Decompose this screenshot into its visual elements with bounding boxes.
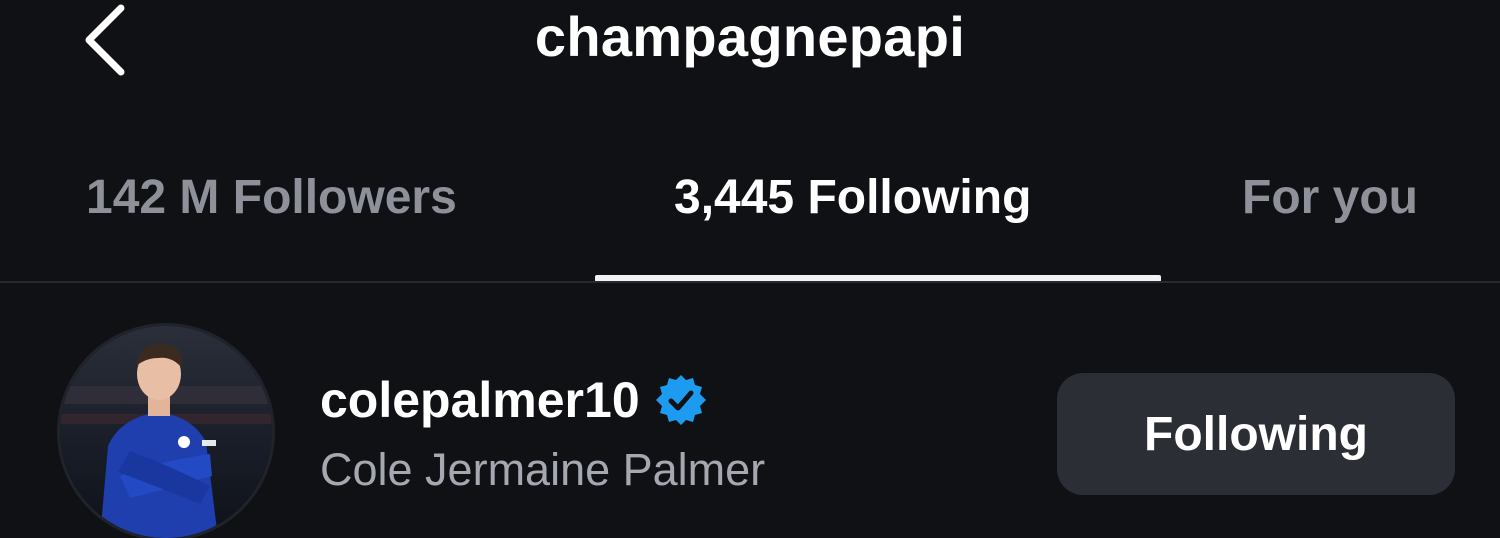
tab-for-you[interactable]: For you (1242, 170, 1418, 230)
avatar[interactable] (60, 326, 272, 538)
tab-followers[interactable]: 142 M Followers (86, 170, 457, 230)
list-item[interactable]: colepalmer10 Cole Jermaine Palmer Follow… (0, 300, 1500, 538)
tabs-divider (0, 281, 1500, 283)
username[interactable]: colepalmer10 (320, 371, 640, 429)
top-navigation-bar: champagnepapi (0, 0, 1500, 110)
user-info: colepalmer10 Cole Jermaine Palmer (320, 370, 765, 496)
tab-following[interactable]: 3,445 Following (674, 170, 1031, 230)
profile-username-title: champagnepapi (534, 5, 966, 68)
following-button[interactable]: Following (1057, 373, 1455, 495)
verified-badge-icon (654, 373, 708, 427)
full-name: Cole Jermaine Palmer (320, 444, 766, 495)
follow-tabs: 142 M Followers 3,445 Following For you (0, 150, 1500, 283)
